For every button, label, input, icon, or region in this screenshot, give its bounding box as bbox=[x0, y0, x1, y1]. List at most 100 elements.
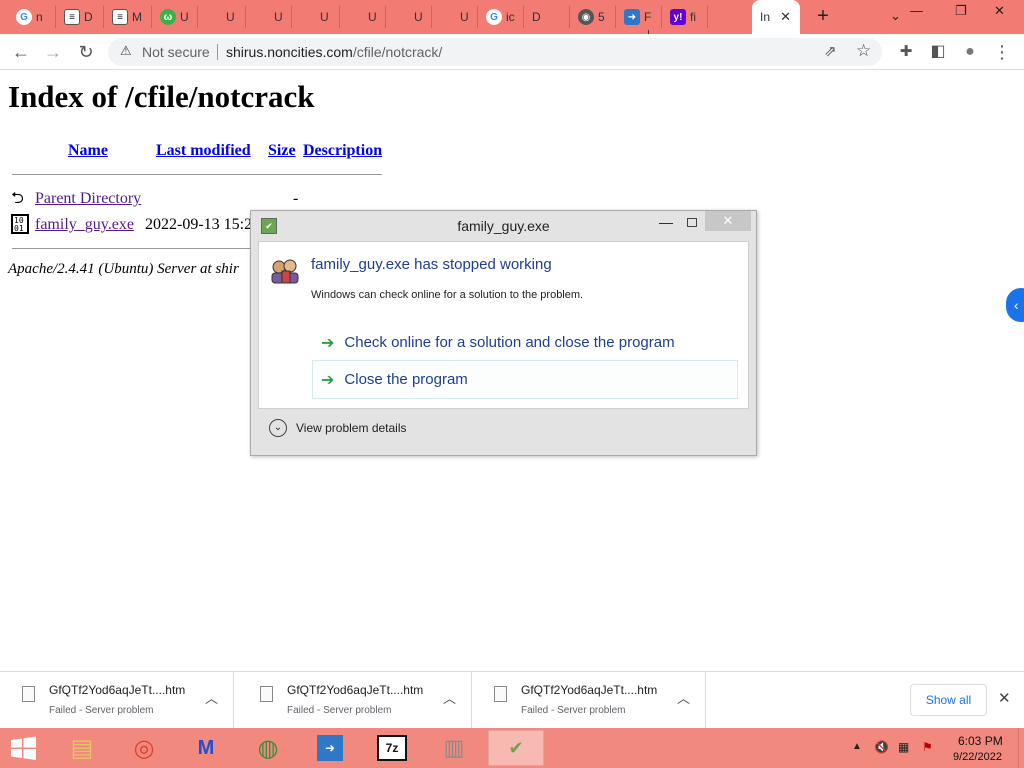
tab-search-icon[interactable]: ⌄ bbox=[890, 8, 901, 24]
reload-button[interactable]: ↻ bbox=[74, 40, 98, 64]
taskbar-app-button[interactable]: ◍ bbox=[240, 730, 296, 766]
taskbar-app-button[interactable]: ◎ bbox=[116, 730, 172, 766]
taskbar-app-button[interactable]: ✔ bbox=[488, 730, 544, 766]
extensions-icon[interactable]: ✚ bbox=[894, 40, 918, 64]
profile-avatar-icon[interactable]: ● bbox=[958, 40, 982, 64]
browser-tab[interactable]: ⤓D bbox=[524, 6, 766, 63]
bookmark-star-icon[interactable]: ☆ bbox=[856, 41, 871, 61]
sort-by-name-link[interactable]: Name bbox=[68, 142, 108, 160]
view-problem-details-toggle[interactable]: ⌄ View problem details bbox=[269, 419, 407, 437]
show-desktop-button[interactable] bbox=[1018, 728, 1024, 768]
browser-tab[interactable]: U bbox=[246, 6, 292, 28]
browser-tab[interactable]: U bbox=[198, 6, 246, 28]
volume-muted-icon[interactable]: 🔇 bbox=[874, 740, 890, 756]
google-icon: G bbox=[16, 9, 32, 25]
browser-tab[interactable]: U bbox=[432, 6, 478, 28]
dialog-close-button[interactable]: ✕ bbox=[705, 211, 751, 231]
taskbar-app-button[interactable]: ▥ bbox=[426, 730, 482, 766]
browser-tab[interactable]: ➜ F bbox=[616, 6, 662, 28]
tab-active[interactable]: In ✕ bbox=[752, 0, 800, 34]
internet-download-manager-icon: ◍ bbox=[257, 734, 279, 762]
tab-label: U bbox=[460, 10, 469, 24]
google-icon: G bbox=[486, 9, 502, 25]
file-link[interactable]: family_guy.exe bbox=[35, 216, 134, 234]
browser-tab[interactable]: U bbox=[340, 6, 386, 28]
taskbar-app-button[interactable]: M bbox=[178, 730, 234, 766]
new-tab-button[interactable]: + bbox=[812, 4, 834, 28]
browser-tab[interactable]: ωU bbox=[152, 6, 198, 28]
window-close-button[interactable]: ✕ bbox=[994, 3, 1005, 19]
warning-icon[interactable]: ⚠ bbox=[120, 43, 132, 59]
7zip-icon: 7z bbox=[377, 735, 407, 761]
stack-icon: ≡ bbox=[112, 9, 128, 25]
dialog-body: family_guy.exe has stopped working Windo… bbox=[258, 241, 749, 409]
sort-by-last-modified-link[interactable]: Last modified bbox=[156, 142, 251, 160]
browser-tab[interactable]: U bbox=[386, 6, 432, 28]
dialog-titlebar[interactable]: ✔ family_guy.exe — ✕ bbox=[251, 211, 756, 241]
sort-by-description-link[interactable]: Description bbox=[303, 142, 382, 160]
arrow-app-icon: ➜ bbox=[317, 735, 343, 761]
browser-tab[interactable]: ◉ 5 bbox=[570, 6, 616, 28]
check-online-option-button[interactable]: ➔ Check online for a solution and close … bbox=[312, 323, 738, 362]
page-title: Index of /cfile/notcrack bbox=[8, 79, 315, 114]
chevron-up-icon[interactable]: ︿ bbox=[205, 688, 218, 707]
clock-time[interactable]: 6:03 PM bbox=[958, 734, 1003, 748]
option-label: Check online for a solution and close th… bbox=[344, 334, 675, 351]
url-text[interactable]: shirus.noncities.com/cfile/notcrack/ bbox=[226, 44, 442, 60]
network-icon[interactable]: ▦ bbox=[898, 740, 914, 756]
browser-tab[interactable]: Gn bbox=[8, 6, 56, 28]
tab-label: ic bbox=[506, 10, 515, 24]
browser-menu-icon[interactable]: ⋮ bbox=[990, 40, 1014, 64]
url-host: shirus.noncities.com bbox=[226, 44, 353, 60]
browser-tab[interactable]: U bbox=[292, 6, 340, 28]
download-filename: GfQTf2Yod6aqJeTt....htm bbox=[287, 683, 424, 697]
chevron-up-icon[interactable]: ︿ bbox=[677, 688, 690, 707]
close-download-shelf-icon[interactable]: ✕ bbox=[998, 689, 1011, 707]
start-button[interactable] bbox=[0, 728, 48, 768]
dialog-minimize-button[interactable]: — bbox=[659, 214, 673, 230]
screen: Gn≡D≡MωUUUUUUUGic⤓D◉5➜Fy!fi In ✕ + ⌄ — ❐… bbox=[0, 0, 1024, 768]
server-signature: Apache/2.4.41 (Ubuntu) Server at shir bbox=[8, 261, 239, 277]
parent-directory-link[interactable]: Parent Directory bbox=[35, 190, 141, 208]
download-item[interactable]: GfQTf2Yod6aqJeTt....htm Failed - Server … bbox=[238, 672, 472, 729]
yahoo-icon: y! bbox=[670, 9, 686, 25]
browser-tab[interactable]: y! fi bbox=[662, 6, 708, 28]
taskbar-app-button[interactable]: 7z bbox=[364, 730, 420, 766]
taskbar-app-button[interactable]: ▤ bbox=[54, 730, 110, 766]
tab-close-icon[interactable]: ✕ bbox=[780, 9, 791, 25]
side-panel-icon[interactable]: ◧ bbox=[926, 40, 950, 64]
tab-label: U bbox=[414, 10, 423, 24]
taskbar-app-button[interactable]: ➜ bbox=[302, 730, 358, 766]
back-button[interactable]: ← bbox=[9, 40, 33, 64]
window-minimize-button[interactable]: — bbox=[910, 3, 923, 18]
green-arrow-icon: ➔ bbox=[321, 371, 335, 389]
address-bar[interactable]: ⚠ Not secure shirus.noncities.com/cfile/… bbox=[108, 38, 882, 66]
forward-button[interactable]: → bbox=[41, 40, 65, 64]
browser-tab[interactable]: ≡ D bbox=[56, 6, 104, 28]
dialog-maximize-button[interactable] bbox=[687, 218, 697, 227]
browser-tab[interactable]: ≡ M bbox=[104, 6, 152, 28]
share-icon[interactable]: ⇗ bbox=[824, 42, 837, 60]
download-item[interactable]: GfQTf2Yod6aqJeTt....htm Failed - Server … bbox=[472, 672, 706, 729]
download-item[interactable]: GfQTf2Yod6aqJeTt....htm Failed - Server … bbox=[0, 672, 234, 729]
windows-taskbar: ▤ ◎ M ◍ ➜ 7z ▥ ✔ ▲ 🔇 ▦ ⚑ 6:03 PM 9/22/2022 bbox=[0, 728, 1024, 768]
action-center-alert-icon[interactable]: ⚑ bbox=[922, 740, 938, 756]
clock-date[interactable]: 9/22/2022 bbox=[953, 751, 1002, 763]
tab-label: U bbox=[368, 10, 377, 24]
file-last-modified: 2022-09-13 15:2 bbox=[145, 216, 253, 233]
parent-size: - bbox=[293, 190, 299, 207]
tab-label: U bbox=[226, 10, 235, 24]
document-icon bbox=[260, 686, 273, 702]
blank-icon bbox=[254, 9, 270, 25]
close-program-option-button[interactable]: ➔ Close the program bbox=[312, 360, 738, 399]
show-all-downloads-button[interactable]: Show all bbox=[910, 684, 987, 716]
tab-label: In bbox=[760, 10, 771, 24]
sort-by-size-link[interactable]: Size bbox=[268, 142, 296, 160]
show-hidden-icons-button[interactable]: ▲ bbox=[852, 741, 862, 752]
browser-tab[interactable]: Gic bbox=[478, 6, 524, 28]
chevron-up-icon[interactable]: ︿ bbox=[443, 688, 456, 707]
tab-label: U bbox=[320, 10, 329, 24]
security-status-label[interactable]: Not secure bbox=[142, 44, 210, 60]
window-restore-button[interactable]: ❐ bbox=[955, 3, 967, 19]
problem-reporting-icon bbox=[269, 257, 301, 285]
